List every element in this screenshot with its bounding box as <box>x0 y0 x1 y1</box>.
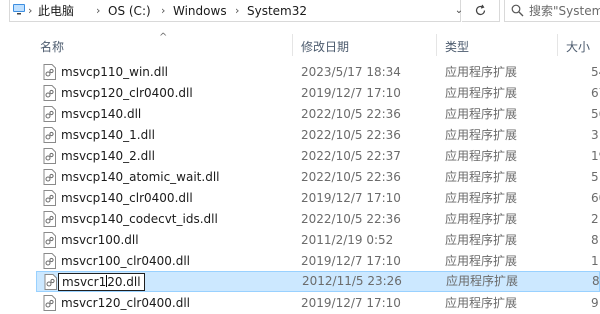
breadcrumb-separator[interactable]: › <box>235 3 239 19</box>
column-header-type[interactable]: 类型 <box>445 39 469 55</box>
file-row[interactable]: msvcp140.dll 2022/10/5 22:36 应用程序扩展 56 <box>36 104 600 125</box>
file-row[interactable]: msvcp140_1.dll 2022/10/5 22:36 应用程序扩展 3 <box>36 125 600 146</box>
file-type: 应用程序扩展 <box>446 274 519 288</box>
file-size: 3 <box>591 128 599 142</box>
search-placeholder: 搜索"System32" <box>529 4 600 18</box>
dll-file-icon <box>43 190 56 206</box>
file-size: 54 <box>591 65 600 79</box>
file-type: 应用程序扩展 <box>445 212 518 226</box>
file-size: 5 <box>591 170 599 184</box>
address-bar[interactable]: › 此电脑 › OS (C:) › Windows › System32 ⌄ <box>9 0 463 22</box>
file-size: 9 <box>591 296 599 310</box>
file-date: 2022/10/5 22:36 <box>301 170 401 184</box>
dll-file-icon <box>43 64 56 80</box>
file-name: msvcp140.dll <box>61 107 142 121</box>
breadcrumb-separator[interactable]: › <box>96 3 100 19</box>
file-name: msvcp140_atomic_wait.dll <box>61 170 220 184</box>
breadcrumb-this-pc[interactable]: 此电脑 <box>38 3 74 19</box>
file-date: 2019/12/7 17:10 <box>301 254 401 268</box>
file-row[interactable]: msvcr120_clr0400.dll 2019/12/7 17:10 应用程… <box>36 293 600 314</box>
file-name: msvcr100.dll <box>61 233 139 247</box>
file-size: 2 <box>591 212 599 226</box>
file-row[interactable]: msvcp110_win.dll 2023/5/17 18:34 应用程序扩展 … <box>36 62 600 83</box>
rename-input[interactable]: msvcr120.dll <box>58 273 145 291</box>
file-row[interactable]: msvcp140_clr0400.dll 2019/12/7 17:10 应用程… <box>36 188 600 209</box>
file-size: 19 <box>591 149 600 163</box>
file-type: 应用程序扩展 <box>445 128 518 142</box>
file-type: 应用程序扩展 <box>445 65 518 79</box>
dll-file-icon <box>43 106 56 122</box>
file-row[interactable]: msvcp140_codecvt_ids.dll 2022/10/5 22:36… <box>36 209 600 230</box>
file-name: msvcp140_2.dll <box>61 149 155 163</box>
file-row[interactable]: msvcr100_clr0400.dll 2019/12/7 17:10 应用程… <box>36 251 600 272</box>
dll-file-icon <box>44 274 57 290</box>
file-date: 2022/10/5 22:37 <box>301 149 401 163</box>
column-header-row: ^ 名称 修改日期 类型 大小 <box>0 32 600 60</box>
dll-file-icon <box>43 127 56 143</box>
file-size: 60 <box>591 191 600 205</box>
file-size: 67 <box>591 86 600 100</box>
file-date: 2022/10/5 22:36 <box>301 212 401 226</box>
file-name: msvcp110_win.dll <box>61 65 169 79</box>
file-row[interactable]: msvcr100.dll 2011/2/19 0:52 应用程序扩展 81 <box>36 230 600 251</box>
column-header-size[interactable]: 大小 <box>566 39 590 55</box>
file-date: 2023/5/17 18:34 <box>301 65 401 79</box>
file-type: 应用程序扩展 <box>445 296 518 310</box>
file-date: 2011/2/19 0:52 <box>301 233 394 247</box>
file-type: 应用程序扩展 <box>445 254 518 268</box>
file-size: 56 <box>591 107 600 121</box>
dll-file-icon <box>43 232 56 248</box>
search-icon <box>511 4 524 17</box>
breadcrumb-system32[interactable]: System32 <box>247 3 307 19</box>
rename-text-before-caret: msvcr1 <box>62 275 107 289</box>
address-bar-area: › 此电脑 › OS (C:) › Windows › System32 ⌄ 搜… <box>0 0 600 24</box>
search-input[interactable]: 搜索"System32" <box>504 0 600 22</box>
column-header-name[interactable]: 名称 <box>40 39 64 55</box>
dll-file-icon <box>43 295 56 311</box>
refresh-icon <box>475 4 486 16</box>
file-date: 2022/10/5 22:36 <box>301 128 401 142</box>
breadcrumb-separator[interactable]: › <box>28 3 32 19</box>
file-size: 81 <box>591 233 600 247</box>
file-type: 应用程序扩展 <box>445 191 518 205</box>
file-row[interactable]: msvcp120_clr0400.dll 2019/12/7 17:10 应用程… <box>36 83 600 104</box>
file-type: 应用程序扩展 <box>445 86 518 100</box>
dll-file-icon <box>43 85 56 101</box>
file-name: msvcp140_codecvt_ids.dll <box>61 212 218 226</box>
breadcrumb-windows[interactable]: Windows <box>173 3 227 19</box>
dll-file-icon <box>43 169 56 185</box>
file-date: 2019/12/7 17:10 <box>301 86 401 100</box>
file-date: 2019/12/7 17:10 <box>301 191 401 205</box>
file-name: msvcp120_clr0400.dll <box>61 86 193 100</box>
file-size: 83 <box>592 274 600 288</box>
file-name: msvcp140_1.dll <box>61 128 155 142</box>
file-row-selected[interactable]: msvcr120.dll 2012/11/5 23:26 应用程序扩展 83 <box>36 271 600 292</box>
dll-file-icon <box>43 148 56 164</box>
file-type: 应用程序扩展 <box>445 233 518 247</box>
monitor-icon <box>13 4 25 15</box>
file-name: msvcp140_clr0400.dll <box>61 191 193 205</box>
column-divider[interactable] <box>436 34 437 56</box>
file-date: 2019/12/7 17:10 <box>301 296 401 310</box>
file-type: 应用程序扩展 <box>445 149 518 163</box>
column-divider[interactable] <box>292 34 293 56</box>
file-row[interactable]: msvcp140_atomic_wait.dll 2022/10/5 22:36… <box>36 167 600 188</box>
refresh-button[interactable] <box>462 0 500 22</box>
sort-ascending-icon: ^ <box>159 32 168 43</box>
column-divider[interactable] <box>557 34 558 56</box>
column-header-date[interactable]: 修改日期 <box>301 39 349 55</box>
file-name: msvcr120_clr0400.dll <box>61 296 190 310</box>
rename-text-after-caret: 20.dll <box>107 275 141 289</box>
file-date: 2012/11/5 23:26 <box>302 274 402 288</box>
dll-file-icon <box>43 253 56 269</box>
dll-file-icon <box>43 211 56 227</box>
breadcrumb-drive[interactable]: OS (C:) <box>108 3 151 19</box>
breadcrumb-separator[interactable]: › <box>161 3 165 19</box>
file-type: 应用程序扩展 <box>445 107 518 121</box>
file-size: 1 <box>591 254 599 268</box>
file-type: 应用程序扩展 <box>445 170 518 184</box>
file-name: msvcr100_clr0400.dll <box>61 254 190 268</box>
file-row[interactable]: msvcp140_2.dll 2022/10/5 22:37 应用程序扩展 19 <box>36 146 600 167</box>
file-date: 2022/10/5 22:36 <box>301 107 401 121</box>
